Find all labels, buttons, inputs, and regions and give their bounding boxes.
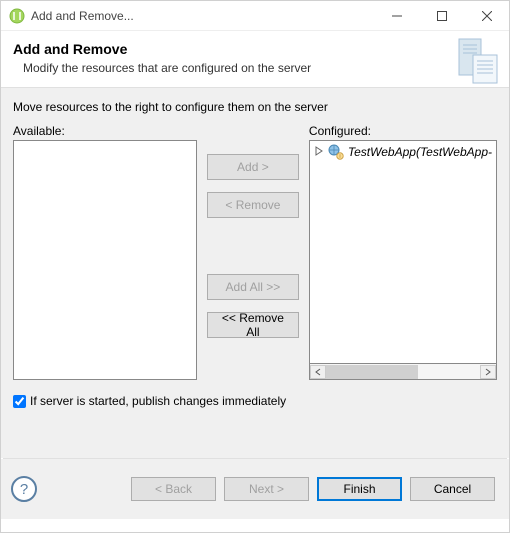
webapp-icon [328, 144, 344, 160]
close-button[interactable] [464, 1, 509, 31]
configured-label: Configured: [309, 124, 497, 138]
chevron-right-icon[interactable] [314, 145, 324, 159]
add-button[interactable]: Add > [207, 154, 299, 180]
instruction-text: Move resources to the right to configure… [13, 100, 497, 114]
list-item-label: TestWebApp(TestWebApp- [348, 145, 492, 159]
maximize-button[interactable] [419, 1, 464, 31]
scroll-thumb[interactable] [326, 365, 418, 379]
wizard-title: Add and Remove [13, 41, 497, 57]
add-all-button[interactable]: Add All >> [207, 274, 299, 300]
available-list[interactable] [13, 140, 197, 380]
window-title: Add and Remove... [31, 9, 374, 23]
minimize-button[interactable] [374, 1, 419, 31]
transfer-buttons: Add > < Remove Add All >> << Remove All [205, 124, 301, 380]
server-icon [457, 37, 501, 90]
remove-all-button[interactable]: << Remove All [207, 312, 299, 338]
wizard-header: Add and Remove Modify the resources that… [1, 31, 509, 88]
cancel-button[interactable]: Cancel [410, 477, 495, 501]
available-label: Available: [13, 124, 197, 138]
scroll-track[interactable] [326, 365, 480, 379]
app-icon [9, 8, 25, 24]
titlebar: Add and Remove... [1, 1, 509, 31]
wizard-footer: ? < Back Next > Finish Cancel [1, 459, 509, 519]
next-button[interactable]: Next > [224, 477, 309, 501]
list-item[interactable]: TestWebApp(TestWebApp- [310, 141, 496, 163]
scroll-right-icon[interactable] [480, 365, 496, 379]
wizard-subtitle: Modify the resources that are configured… [23, 61, 497, 75]
remove-button[interactable]: < Remove [207, 192, 299, 218]
help-button[interactable]: ? [11, 476, 37, 502]
finish-button[interactable]: Finish [317, 477, 402, 501]
scroll-left-icon[interactable] [310, 365, 326, 379]
main-content: Move resources to the right to configure… [1, 88, 509, 458]
horizontal-scrollbar[interactable] [309, 364, 497, 380]
available-column: Available: [13, 124, 197, 380]
publish-checkbox-label[interactable]: If server is started, publish changes im… [30, 394, 286, 408]
publish-checkbox-row: If server is started, publish changes im… [13, 394, 497, 408]
configured-list[interactable]: TestWebApp(TestWebApp- [309, 140, 497, 364]
publish-checkbox[interactable] [13, 395, 26, 408]
configured-column: Configured: TestWebApp(TestWebA [309, 124, 497, 380]
back-button[interactable]: < Back [131, 477, 216, 501]
